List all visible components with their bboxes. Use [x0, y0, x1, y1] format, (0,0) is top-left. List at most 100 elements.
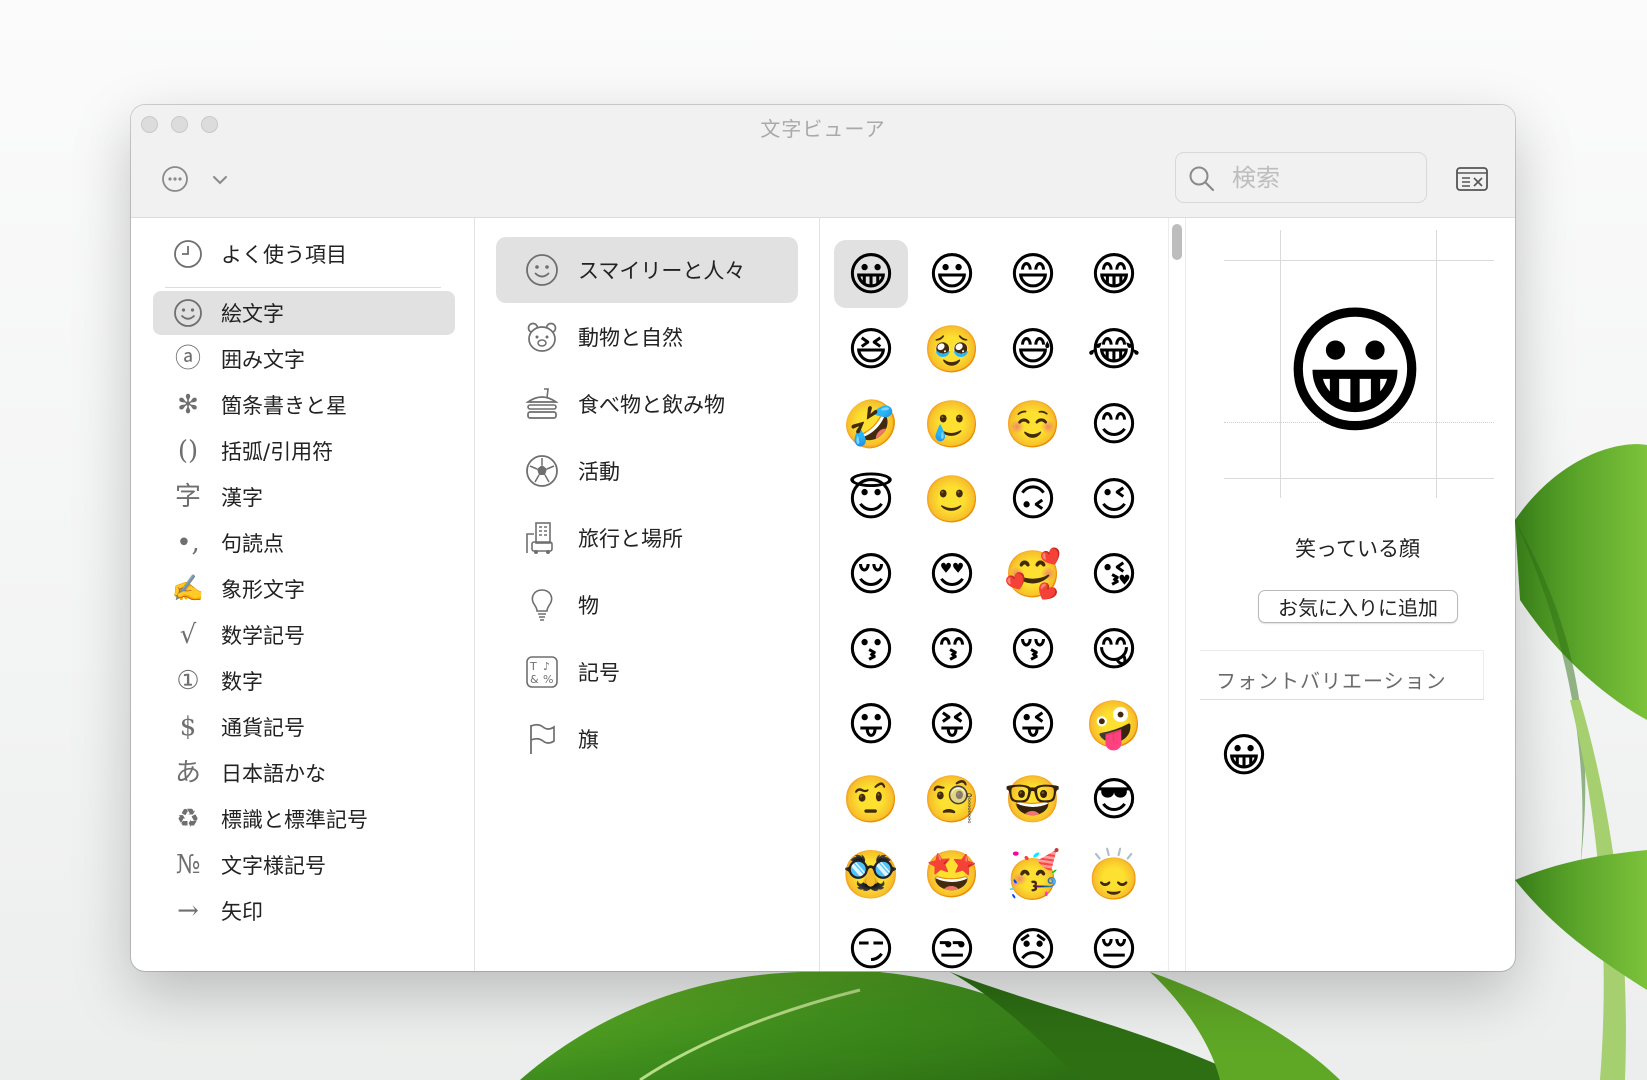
emoji-cell[interactable]: 😘 [1077, 540, 1151, 608]
emoji-cell[interactable]: ☺️ [996, 390, 1070, 458]
flag-icon [522, 719, 562, 759]
sidebar-item-enclosed[interactable]: ⓐ 囲み文字 [153, 337, 455, 381]
emoji-cell[interactable]: 🧐 [915, 765, 989, 833]
sidebar-item-kana[interactable]: あ 日本語かな [153, 751, 455, 795]
category-activity[interactable]: 活動 [496, 438, 798, 504]
sidebar-item-emoji[interactable]: 絵文字 [153, 291, 455, 335]
sidebar-item-currency[interactable]: $ 通貨記号 [153, 705, 455, 749]
emoji-cell[interactable]: 😄 [996, 240, 1070, 308]
category-animals-nature[interactable]: 動物と自然 [496, 304, 798, 370]
burger-icon [522, 384, 562, 424]
category-label: 旗 [578, 728, 599, 752]
sidebar-item-punctuation[interactable]: •, 句読点 [153, 521, 455, 565]
guide-line [1224, 478, 1494, 479]
character-name: 笑っている顔 [1295, 537, 1420, 561]
square-root-icon: √ [179, 620, 197, 650]
emoji-cell[interactable]: 😋 [1077, 615, 1151, 683]
emoji-grid-panel: 😀 😃 😄 😁 😆 🥹 😅 😂 🤣 🥲 ☺️ 😊 😇 🙂 🙃 😉 😌 😍 🥰 😘 😗 😙 😚 😋 😛 😝 😜 🤪 🤨 🧐 🤓 😎 🥸 🤩 🥳 🙂‍↕️… [820, 218, 1186, 971]
sidebar-item-label: 句読点 [221, 532, 284, 556]
sidebar-item-label: 囲み文字 [221, 348, 305, 372]
sidebar-item-bullets[interactable]: ✻ 箇条書きと星 [153, 383, 455, 427]
emoji-cell[interactable]: 😗 [834, 615, 908, 683]
category-label: スマイリーと人々 [578, 259, 746, 283]
arrow-right-icon: → [177, 896, 199, 926]
emoji-cell[interactable]: 🙃 [996, 465, 1070, 533]
emoji-cell[interactable]: 🥳 [996, 840, 1070, 908]
emoji-cell[interactable]: 😜 [996, 690, 1070, 758]
emoji-cell[interactable]: 🙂 [915, 465, 989, 533]
parentheses-icon: () [177, 436, 199, 466]
more-options-icon[interactable] [161, 165, 189, 193]
sidebar-item-label: 括弧/引用符 [221, 440, 334, 464]
category-travel-places[interactable]: 旅行と場所 [496, 505, 798, 571]
svg-text:T: T [529, 660, 537, 673]
font-variation-item[interactable]: 😀 [1220, 732, 1268, 778]
svg-text:&: & [530, 673, 539, 686]
sidebar-item-arrows[interactable]: → 矢印 [153, 889, 455, 933]
emoji-cell[interactable]: 😀 [834, 240, 908, 308]
sidebar-item-brackets[interactable]: () 括弧/引用符 [153, 429, 455, 473]
category-food-drink[interactable]: 食べ物と飲み物 [496, 371, 798, 437]
emoji-cell[interactable]: 😆 [834, 315, 908, 383]
emoji-cell[interactable]: 🥲 [915, 390, 989, 458]
sidebar-item-signs[interactable]: ♻ 標識と標準記号 [153, 797, 455, 841]
category-objects[interactable]: 物 [496, 572, 798, 638]
category-symbols[interactable]: T ♪ &% 記号 [496, 639, 798, 705]
category-flags[interactable]: 旗 [496, 706, 798, 772]
emoji-cell[interactable]: 🤩 [915, 840, 989, 908]
emoji-cell[interactable]: 🤨 [834, 765, 908, 833]
keyboard-viewer-icon[interactable] [1455, 165, 1489, 193]
sidebar-item-pictographs[interactable]: ✍ 象形文字 [153, 567, 455, 611]
emoji-cell[interactable]: 🥹 [915, 315, 989, 383]
content-area: よく使う項目 絵文字 ⓐ 囲み文字 ✻ 箇条書きと星 () 括弧/引用符 字 漢… [131, 218, 1515, 971]
emoji-cell[interactable]: 😇 [834, 465, 908, 533]
scrollbar-thumb[interactable] [1172, 224, 1182, 260]
emoji-cell[interactable]: 😞 [996, 915, 1070, 971]
category-label: 活動 [578, 460, 620, 484]
category-smileys-people[interactable]: スマイリーと人々 [496, 237, 798, 303]
emoji-cell[interactable]: 😎 [1077, 765, 1151, 833]
emoji-cell[interactable]: 😔 [1077, 915, 1151, 971]
emoji-cell[interactable]: 🤪 [1077, 690, 1151, 758]
emoji-grid-scrollbar[interactable] [1168, 218, 1186, 971]
building-icon [522, 518, 562, 558]
emoji-cell[interactable]: 🥸 [834, 840, 908, 908]
emoji-cell[interactable]: 😅 [996, 315, 1070, 383]
emoji-cell[interactable]: 😌 [834, 540, 908, 608]
search-field[interactable] [1175, 152, 1427, 203]
emoji-cell[interactable]: 🥰 [996, 540, 1070, 608]
chevron-down-icon[interactable] [211, 171, 229, 189]
sidebar-item-label: 箇条書きと星 [221, 394, 347, 418]
smiley-icon [522, 250, 562, 290]
add-to-favorites-button[interactable]: お気に入りに追加 [1258, 590, 1458, 623]
sidebar-item-favorites[interactable]: よく使う項目 [153, 232, 455, 276]
emoji-cell[interactable]: 😙 [915, 615, 989, 683]
punctuation-icon: •, [176, 528, 200, 558]
sidebar-item-digits[interactable]: ① 数字 [153, 659, 455, 703]
emoji-cell[interactable]: 🙂‍↕️ [1077, 840, 1151, 908]
sidebar-item-label: 日本語かな [221, 762, 326, 786]
search-input[interactable] [1230, 161, 1419, 195]
emoji-cell[interactable]: 😚 [996, 615, 1070, 683]
emoji-cell[interactable]: 😉 [1077, 465, 1151, 533]
sidebar-item-letterlike[interactable]: № 文字様記号 [153, 843, 455, 887]
font-variations-header: フォントバリエーション [1200, 650, 1484, 700]
emoji-cell[interactable]: 😃 [915, 240, 989, 308]
emoji-cell[interactable]: 😁 [1077, 240, 1151, 308]
emoji-cell[interactable]: 🤓 [996, 765, 1070, 833]
category-label: 旅行と場所 [578, 527, 683, 551]
emoji-cell[interactable]: 😒 [915, 915, 989, 971]
emoji-cell[interactable]: 😍 [915, 540, 989, 608]
emoji-cell[interactable]: 😂 [1077, 315, 1151, 383]
emoji-cell[interactable]: 😝 [915, 690, 989, 758]
sidebar-item-math[interactable]: √ 数学記号 [153, 613, 455, 657]
emoji-cell[interactable]: 🤣 [834, 390, 908, 458]
sidebar-item-kanji[interactable]: 字 漢字 [153, 475, 455, 519]
list-divider [165, 287, 441, 288]
preview-character: 😀 [1282, 291, 1428, 454]
guide-line [1224, 260, 1494, 261]
emoji-cell[interactable]: 😊 [1077, 390, 1151, 458]
emoji-cell[interactable]: 😛 [834, 690, 908, 758]
lightbulb-icon [522, 585, 562, 625]
emoji-cell[interactable]: 😏 [834, 915, 908, 971]
